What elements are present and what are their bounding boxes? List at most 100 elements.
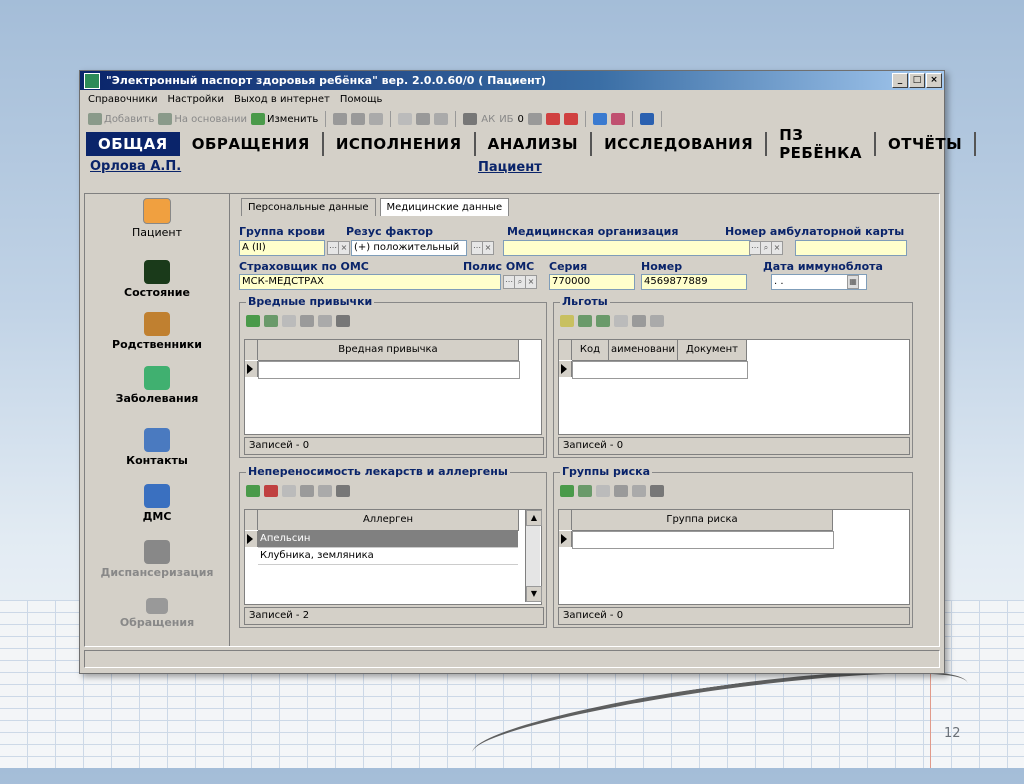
print-icon[interactable] (336, 485, 350, 497)
maximize-button[interactable]: □ (909, 73, 925, 88)
ib-button[interactable]: ИБ (499, 114, 513, 125)
filter-by-icon[interactable] (632, 485, 646, 497)
column-header[interactable]: Аллерген (258, 510, 519, 531)
ak-button[interactable]: АК (481, 114, 495, 125)
add-row-icon[interactable] (560, 315, 574, 327)
edit-row-icon[interactable] (578, 485, 592, 497)
vertical-scrollbar[interactable]: ▲ ▼ (525, 510, 542, 602)
tab-child-health[interactable]: ПЗ РЕБЁНКА (767, 126, 877, 162)
import-icon[interactable] (545, 113, 560, 125)
minimize-button[interactable]: _ (892, 73, 908, 88)
filter-icon[interactable] (614, 485, 628, 497)
card-number-field[interactable] (795, 240, 907, 256)
print-icon[interactable] (336, 315, 350, 327)
filter-clear-icon[interactable] (282, 315, 296, 327)
copy-row-icon[interactable] (578, 315, 592, 327)
sidebar-item-dms[interactable]: ДМС (85, 484, 229, 523)
allergy-group: Непереносимость лекарств и аллергены Алл… (239, 465, 547, 628)
menu-help[interactable]: Помощь (340, 94, 383, 105)
filter-clear-icon[interactable] (398, 113, 413, 125)
add-button[interactable]: Добавить (88, 113, 154, 125)
delete-icon[interactable] (369, 113, 384, 125)
insurer-field[interactable]: МСК-МЕДСТРАХ (239, 274, 501, 290)
user-link[interactable]: Орлова А.П. (90, 159, 181, 174)
scroll-up-button[interactable]: ▲ (526, 510, 542, 526)
tab-visits[interactable]: ОБРАЩЕНИЯ (180, 132, 324, 156)
column-header[interactable]: Документ (678, 340, 747, 361)
exit-icon[interactable] (639, 113, 654, 125)
edit-row-icon[interactable] (596, 315, 610, 327)
filter-icon[interactable] (416, 113, 431, 125)
med-org-field[interactable] (503, 240, 751, 256)
save-icon[interactable] (351, 113, 366, 125)
sidebar-item-diseases[interactable]: Заболевания (85, 366, 229, 405)
tab-studies[interactable]: ИССЛЕДОВАНИЯ (592, 132, 768, 156)
filter-by-icon[interactable] (650, 315, 664, 327)
filter-icon[interactable] (632, 315, 646, 327)
internet-icon[interactable] (592, 113, 607, 125)
print-icon[interactable] (650, 485, 664, 497)
calendar-icon[interactable]: ▦ (847, 275, 859, 289)
clear-button[interactable]: × (771, 241, 783, 255)
filter-clear-icon[interactable] (614, 315, 628, 327)
toolbar-separator (660, 111, 662, 127)
empty-row[interactable] (572, 531, 834, 549)
sidebar-item-visits[interactable]: Обращения (85, 598, 229, 629)
empty-row[interactable] (572, 361, 748, 379)
gift-icon[interactable] (610, 113, 625, 125)
scroll-down-button[interactable]: ▼ (526, 586, 542, 602)
filter-by-icon[interactable] (318, 315, 332, 327)
column-header[interactable]: Код (572, 340, 609, 361)
clear-button[interactable]: × (338, 241, 350, 255)
title-bar[interactable]: "Электронный паспорт здоровья ребёнка" в… (80, 71, 944, 90)
edit-row-icon[interactable] (264, 315, 278, 327)
column-header[interactable]: Группа риска (572, 510, 833, 531)
copy-icon[interactable] (333, 113, 348, 125)
filter-icon[interactable] (300, 485, 314, 497)
add-row-icon[interactable] (246, 485, 260, 497)
menu-references[interactable]: Справочники (88, 94, 158, 105)
menu-settings[interactable]: Настройки (168, 94, 224, 105)
tab-analyses[interactable]: АНАЛИЗЫ (476, 132, 593, 156)
delete-row-icon[interactable] (264, 485, 278, 497)
filter-by-icon[interactable] (318, 485, 332, 497)
filter-clear-icon[interactable] (282, 485, 296, 497)
subtab-personal[interactable]: Персональные данные (241, 198, 376, 216)
tab-executions[interactable]: ИСПОЛНЕНИЯ (324, 132, 476, 156)
menu-internet[interactable]: Выход в интернет (234, 94, 330, 105)
filter-by-icon[interactable] (434, 113, 449, 125)
clear-button[interactable]: × (482, 241, 494, 255)
list-item[interactable]: Клубника, земляника (258, 548, 518, 565)
subtab-medical[interactable]: Медицинские данные (379, 198, 510, 216)
based-on-button[interactable]: На основании (158, 113, 247, 125)
sidebar-item-patient[interactable]: Пациент (85, 198, 229, 239)
clear-button[interactable]: × (525, 275, 537, 289)
app-icon (84, 72, 100, 89)
export-icon[interactable] (563, 113, 578, 125)
zero-button[interactable]: 0 (518, 114, 524, 125)
add-row-icon[interactable] (246, 315, 260, 327)
sidebar-item-state[interactable]: Состояние (85, 260, 229, 299)
number-field[interactable]: 4569877889 (641, 274, 747, 290)
column-header[interactable]: Вредная привычка (258, 340, 519, 361)
filter-clear-icon[interactable] (596, 485, 610, 497)
print-icon[interactable] (463, 113, 478, 125)
sidebar-item-dispensary[interactable]: Диспансеризация (85, 540, 229, 579)
filter-icon[interactable] (300, 315, 314, 327)
list-item[interactable]: Апельсин (258, 531, 518, 548)
column-header[interactable]: аименовани (609, 340, 678, 361)
close-button[interactable]: × (926, 73, 942, 88)
tab-reports[interactable]: ОТЧЁТЫ (876, 132, 977, 156)
page-title[interactable]: Пациент (478, 160, 542, 175)
search-icon[interactable] (527, 113, 542, 125)
series-field[interactable]: 770000 (549, 274, 635, 290)
edit-button[interactable]: Изменить (251, 113, 318, 125)
sidebar-item-relatives[interactable]: Родственники (85, 312, 229, 351)
rh-field[interactable]: (+) положительный (351, 240, 467, 256)
blood-group-field[interactable]: A (II) (239, 240, 325, 256)
dms-icon (144, 484, 170, 508)
add-row-icon[interactable] (560, 485, 574, 497)
sidebar-item-contacts[interactable]: Контакты (85, 428, 229, 467)
tab-general[interactable]: ОБЩАЯ (86, 132, 180, 156)
empty-row[interactable] (258, 361, 520, 379)
